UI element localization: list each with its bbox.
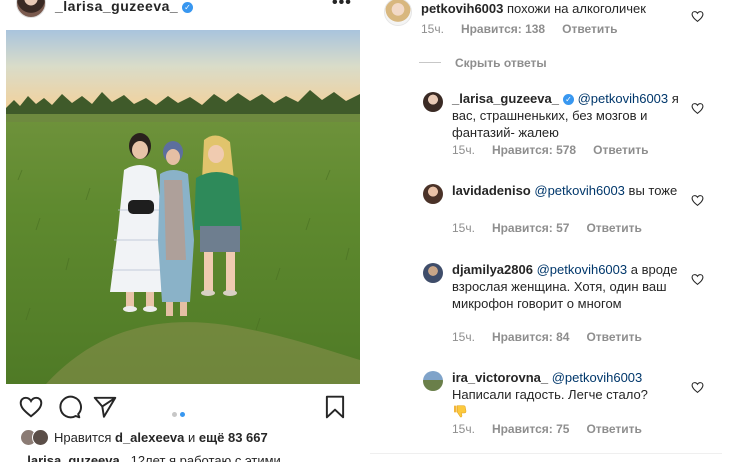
replier-avatar[interactable] (423, 263, 443, 283)
post-photo[interactable] (6, 30, 360, 384)
reply-time[interactable]: 15ч. (452, 330, 475, 344)
post-header: _larisa_guzeeva_ ✓ ••• (0, 0, 366, 22)
reply-meta: 15ч. Нравится: 57 Ответить (452, 221, 659, 235)
reply-body: lavidadeniso @petkovih6003 вы тоже (452, 182, 688, 199)
likes-others-link[interactable]: ещё 83 667 (199, 430, 268, 445)
reply-username[interactable]: ira_victorovna_ (452, 370, 548, 385)
verified-badge-icon: ✓ (182, 2, 194, 13)
hide-replies-toggle[interactable]: Скрыть ответы (419, 56, 547, 70)
comment-text: похожи на алкоголичек (507, 1, 646, 16)
more-options-icon[interactable]: ••• (332, 0, 352, 12)
reply-body: ira_victorovna_ @petkovih6003 Написали г… (452, 369, 688, 423)
reply-likes-count[interactable]: Нравится: 84 (492, 330, 570, 344)
reply-button[interactable]: Ответить (586, 330, 641, 344)
reply-meta: 15ч. Нравится: 578 Ответить (452, 143, 666, 157)
hide-replies-label[interactable]: Скрыть ответы (455, 56, 547, 70)
caption-username[interactable]: _larisa_guzeeva_ (20, 453, 127, 462)
comment-bubble-icon[interactable] (56, 394, 82, 420)
verified-badge-icon: ✓ (562, 94, 574, 105)
likes-conjunction: и (188, 430, 196, 445)
comment-body: petkovih6003 похожи на алкоголичек (421, 0, 681, 17)
reply-time[interactable]: 15ч. (452, 221, 475, 235)
reply-likes-count[interactable]: Нравится: 57 (492, 221, 570, 235)
carousel-indicator (172, 404, 188, 422)
thumbs-down-icon (452, 403, 468, 419)
likes-user-link[interactable]: d_alexeeva (115, 430, 184, 445)
reply-meta: 15ч. Нравится: 84 Ответить (452, 330, 659, 344)
reply-text: вы тоже (628, 183, 678, 198)
reply-time[interactable]: 15ч. (452, 143, 475, 157)
carousel-dot-active (180, 412, 185, 417)
commenter-avatar[interactable] (384, 0, 412, 26)
reply-likes-count[interactable]: Нравится: 75 (492, 422, 570, 436)
likes-prefix: Нравится (54, 430, 112, 445)
small-heart-icon[interactable] (691, 194, 704, 207)
reply-button[interactable]: Ответить (593, 143, 648, 157)
author-avatar[interactable] (16, 0, 46, 18)
replier-avatar[interactable] (423, 184, 443, 204)
reply-username[interactable]: lavidadeniso (452, 183, 531, 198)
reply-username[interactable]: _larisa_guzeeva_ (452, 91, 559, 106)
replier-avatar[interactable] (423, 92, 443, 112)
reply-mention-link[interactable]: @petkovih6003 (552, 370, 643, 385)
paper-plane-icon[interactable] (92, 394, 118, 420)
heart-outline-icon[interactable] (18, 394, 44, 420)
reply-text: Написали гадость. Легче стало? (452, 387, 648, 402)
likes-text: Нравится d_alexeeva и ещё 83 667 (54, 430, 268, 445)
reply-time[interactable]: 15ч. (452, 422, 475, 436)
comment-username[interactable]: petkovih6003 (421, 1, 503, 16)
reply-button[interactable]: Ответить (562, 22, 617, 36)
post-caption: _larisa_guzeeva_ 12лет я работаю с этими (20, 453, 281, 462)
small-heart-icon[interactable] (691, 381, 704, 394)
post-photo-image (6, 30, 360, 384)
comments-panel: petkovih6003 похожи на алкоголичек 15ч. Н… (366, 0, 730, 462)
reply-meta: 15ч. Нравится: 75 Ответить (452, 422, 659, 436)
comment-time[interactable]: 15ч. (421, 22, 444, 36)
reply-likes-count[interactable]: Нравится: 578 (492, 143, 576, 157)
reply-mention-link[interactable]: @petkovih6003 (537, 262, 628, 277)
reply-body: _larisa_guzeeva_ ✓ @petkovih6003 я вас, с… (452, 90, 688, 141)
author-username[interactable]: _larisa_guzeeva_ ✓ (55, 0, 194, 14)
caption-text: 12лет я работаю с этими (130, 453, 281, 462)
reply-mention-link[interactable]: @petkovih6003 (578, 91, 669, 106)
reply-body: djamilya2806 @petkovih6003 а вроде взрос… (452, 261, 688, 312)
panel-divider (370, 453, 722, 454)
small-heart-icon[interactable] (691, 102, 704, 115)
reply-button[interactable]: Ответить (586, 221, 641, 235)
replier-avatar[interactable] (423, 371, 443, 391)
reply-button[interactable]: Ответить (586, 422, 641, 436)
carousel-dot (172, 412, 177, 417)
liker-avatars (20, 429, 52, 447)
small-heart-icon[interactable] (691, 10, 704, 23)
comment-likes-count[interactable]: Нравится: 138 (461, 22, 545, 36)
post-panel: _larisa_guzeeva_ ✓ ••• Нравится d_alexee… (0, 0, 366, 462)
hide-replies-line (419, 62, 441, 63)
reply-username[interactable]: djamilya2806 (452, 262, 533, 277)
comment-meta: 15ч. Нравится: 138 Ответить (421, 22, 635, 36)
liker-avatar (32, 429, 49, 446)
bookmark-icon[interactable] (322, 394, 348, 420)
reply-mention-link[interactable]: @petkovih6003 (534, 183, 625, 198)
author-username-text[interactable]: _larisa_guzeeva_ (55, 0, 178, 14)
small-heart-icon[interactable] (691, 273, 704, 286)
